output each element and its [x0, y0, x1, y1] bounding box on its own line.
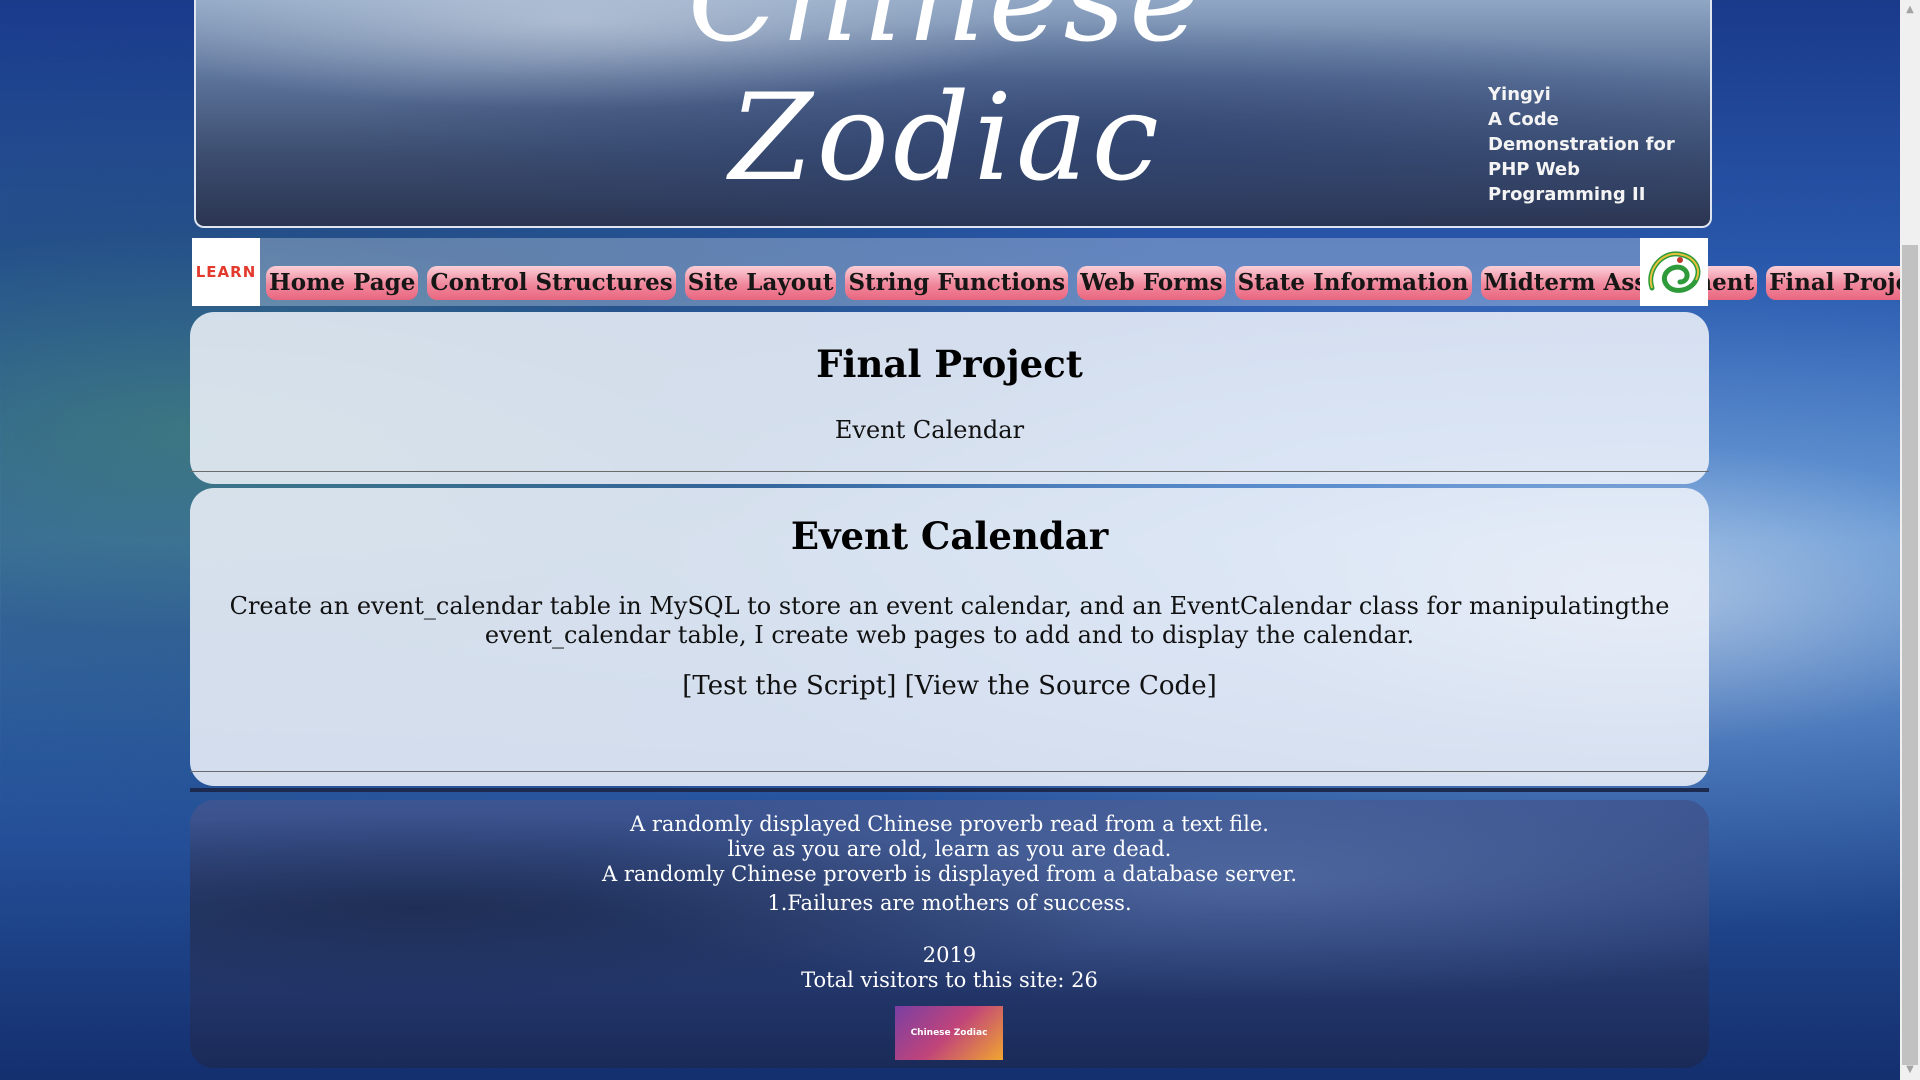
- banner-author-line: Yingyi: [1488, 84, 1551, 105]
- banner-title: Chinese Zodiac: [688, 0, 1200, 208]
- divider: [190, 771, 1709, 772]
- divider: [190, 471, 1709, 472]
- nav-midterm-assessment[interactable]: Midterm Assessment: [1480, 266, 1758, 300]
- section-description: Create an event_calendar table in MySQL …: [229, 592, 1670, 649]
- banner-author-line: Programming II: [1488, 184, 1646, 205]
- db-proverb-text: 1.Failures are mothers of success.: [767, 891, 1132, 915]
- scroll-up-arrow-icon[interactable]: ▲: [1900, 0, 1920, 20]
- proverb-intro: A randomly displayed Chinese proverb rea…: [630, 812, 1269, 836]
- content-panel: Event Calendar Create an event_calendar …: [190, 488, 1709, 786]
- learn-logo-text: LEARN: [195, 263, 257, 281]
- visitor-counter: Total visitors to this site: 26: [801, 968, 1098, 992]
- zodiac-badge-label: Chinese Zodiac: [910, 1028, 988, 1038]
- view-source-link[interactable]: [View the Source Code]: [905, 671, 1217, 701]
- page: Chinese Zodiac Yingyi A Code Demonstrati…: [0, 0, 1920, 1080]
- copyright-year: 2019: [922, 943, 977, 967]
- nav-control-structures[interactable]: Control Structures: [427, 266, 676, 300]
- dragon-icon-graphic: [1648, 251, 1701, 293]
- proverb-text: live as you are old, learn as you are de…: [727, 837, 1172, 861]
- main-navigation: LEARN Home Page Control Structures Site …: [192, 238, 1920, 306]
- nav-final-project[interactable]: Final Project: [1766, 266, 1920, 300]
- test-script-link[interactable]: [Test the Script]: [682, 671, 896, 701]
- nav-string-functions[interactable]: String Functions: [845, 266, 1069, 300]
- learn-logo: LEARN: [192, 238, 260, 306]
- zodiac-badge-image: Chinese Zodiac: [895, 1006, 1003, 1060]
- nav-web-forms[interactable]: Web Forms: [1077, 266, 1226, 300]
- header-banner: Chinese Zodiac Yingyi A Code Demonstrati…: [194, 0, 1712, 228]
- banner-author-text: Yingyi A Code Demonstration for PHP Web …: [1488, 82, 1688, 207]
- script-links: [Test the Script] [View the Source Code]: [190, 671, 1709, 701]
- section-title: Event Calendar: [790, 514, 1109, 558]
- nav-site-layout[interactable]: Site Layout: [684, 266, 837, 300]
- nav-state-information[interactable]: State Information: [1234, 266, 1472, 300]
- banner-author-line: Demonstration for: [1488, 134, 1675, 155]
- footer-divider: [190, 788, 1709, 792]
- db-proverb-intro: A randomly Chinese proverb is displayed …: [601, 862, 1298, 886]
- scrollbar-thumb[interactable]: [1902, 245, 1918, 1065]
- nav-home-page[interactable]: Home Page: [266, 266, 419, 300]
- banner-author-line: A Code: [1488, 109, 1559, 130]
- banner-author-line: PHP Web: [1488, 159, 1581, 180]
- vertical-scrollbar[interactable]: ▲ ▼: [1900, 0, 1920, 1080]
- scroll-down-arrow-icon[interactable]: ▼: [1900, 1060, 1920, 1080]
- footer: A randomly displayed Chinese proverb rea…: [190, 800, 1709, 1068]
- page-subtitle: Event Calendar: [834, 416, 1025, 444]
- dragon-icon: [1640, 238, 1708, 306]
- page-header-panel: Final Project Event Calendar: [190, 312, 1709, 484]
- page-title: Final Project: [816, 342, 1083, 386]
